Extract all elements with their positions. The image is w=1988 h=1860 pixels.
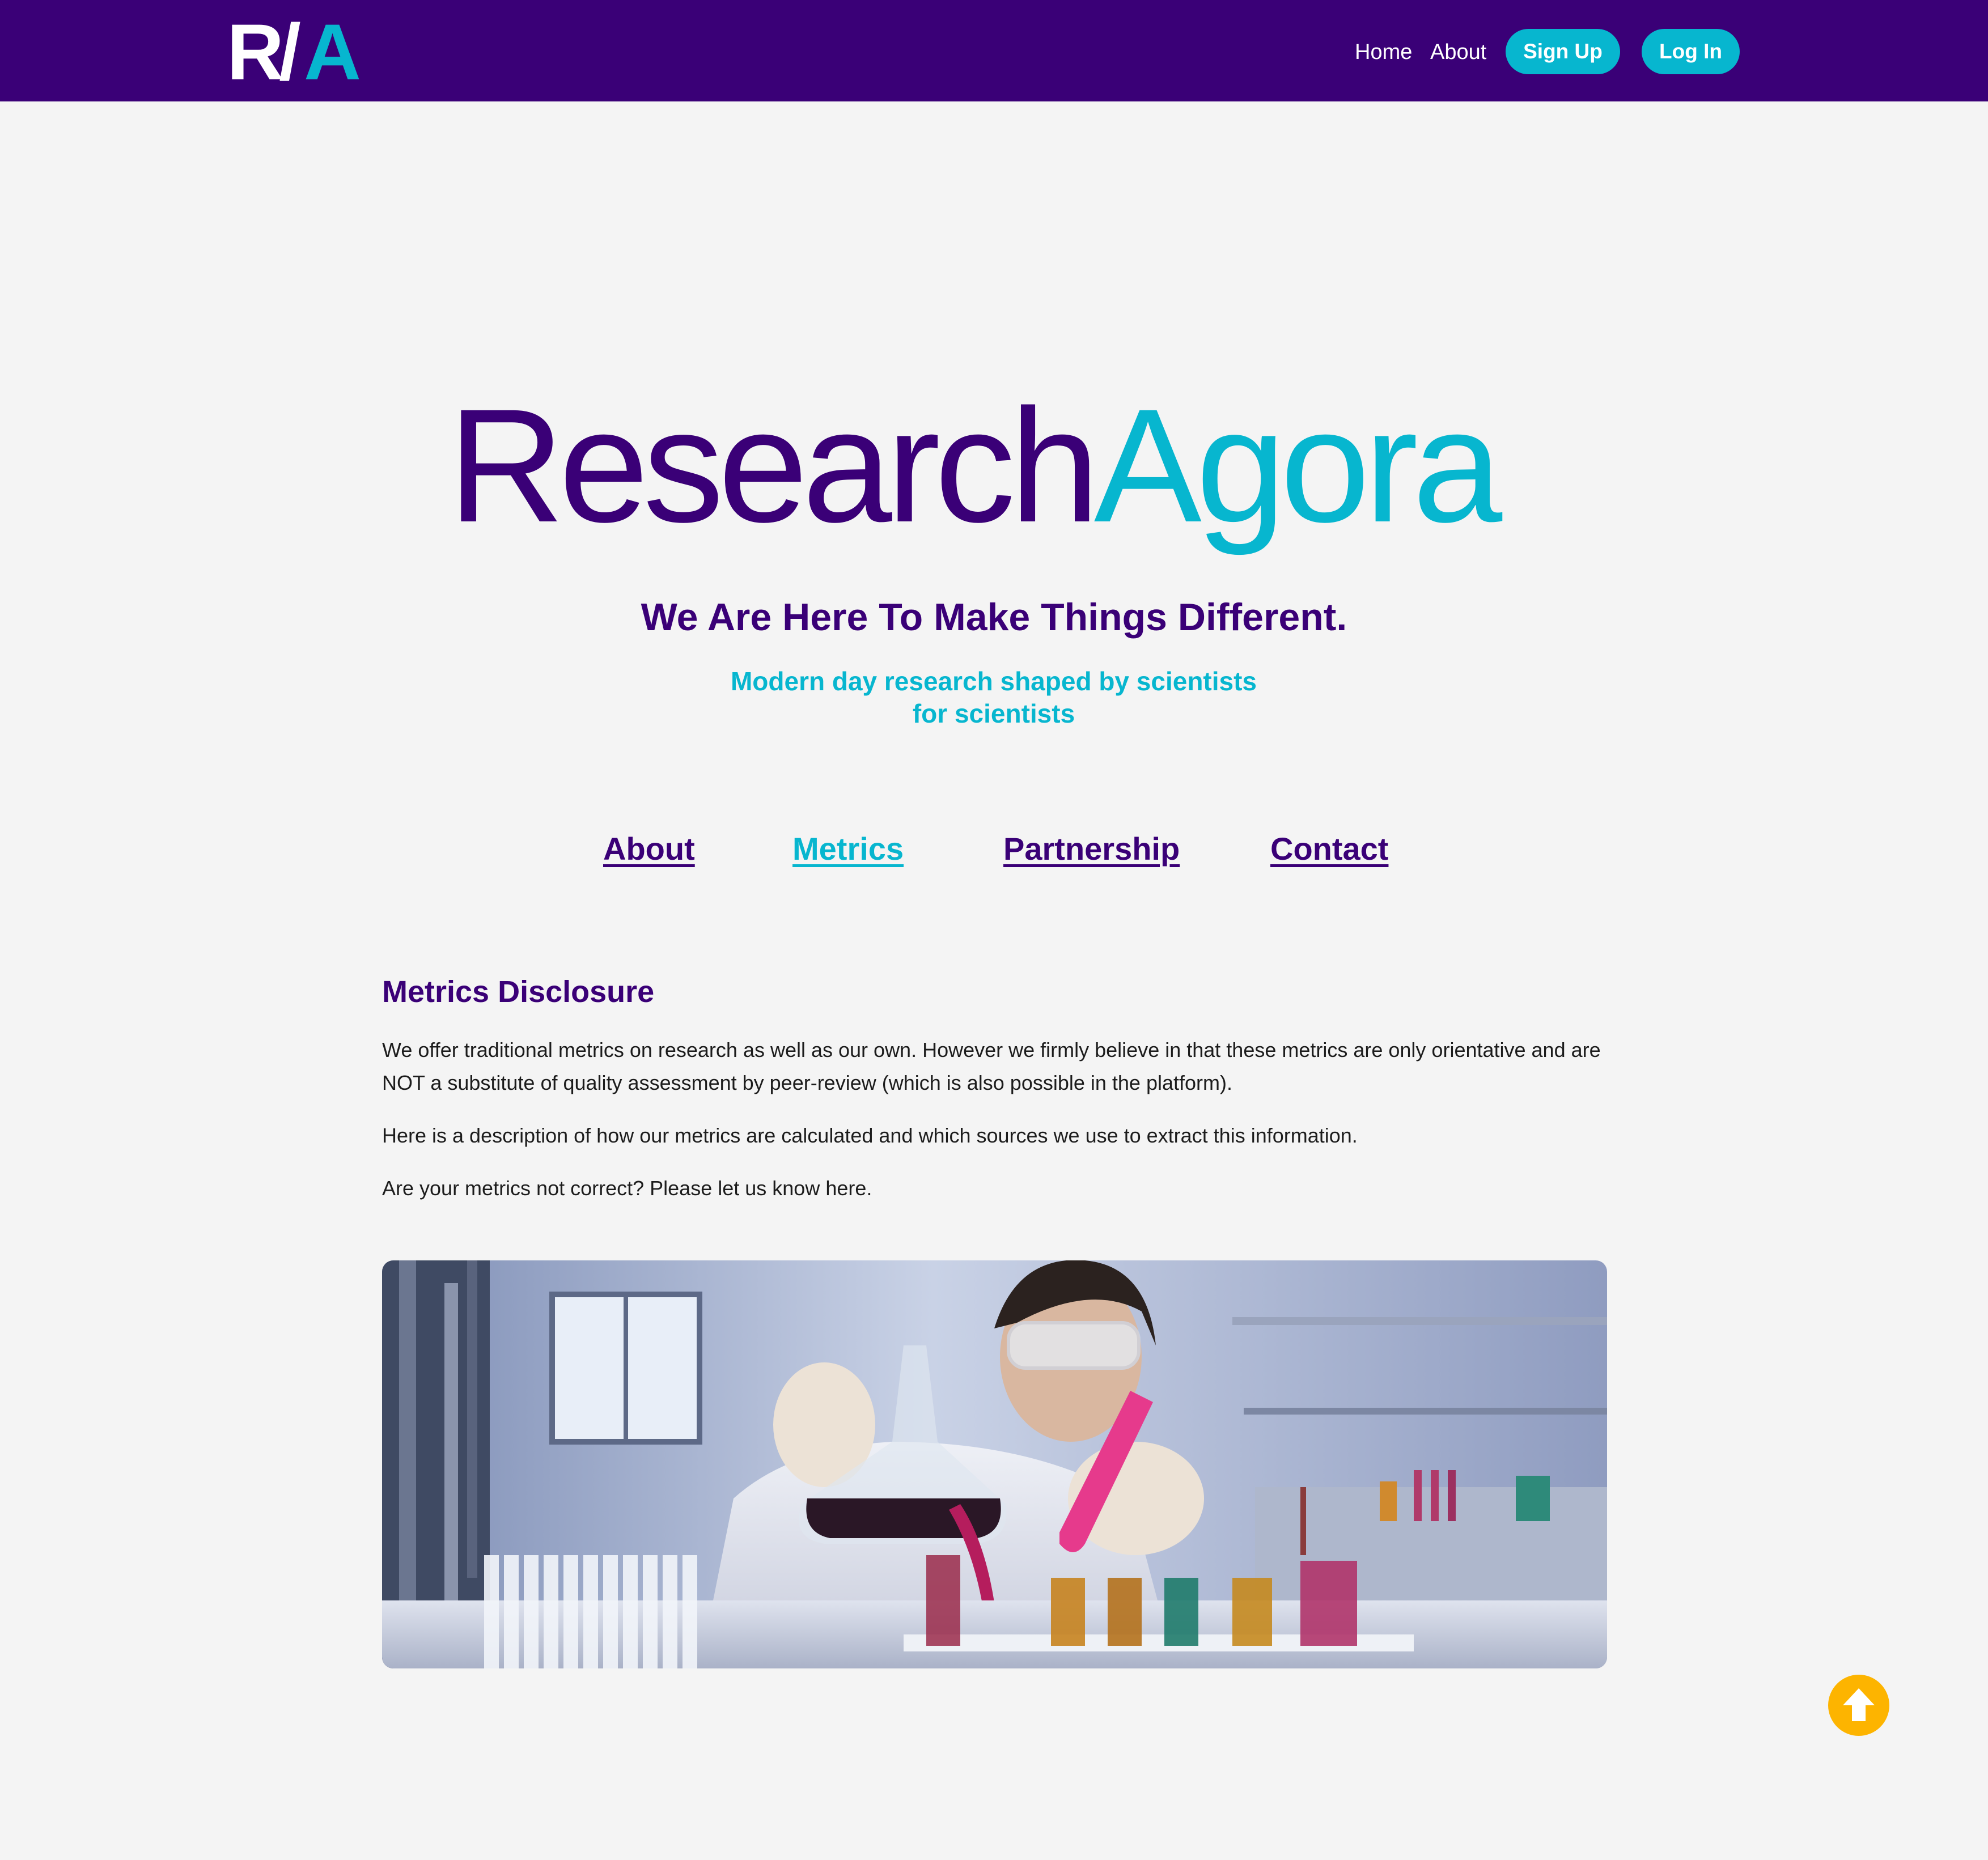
sign-up-button[interactable]: Sign Up — [1506, 29, 1620, 74]
svg-text:/: / — [279, 16, 301, 84]
metrics-paragraph-3: Are your metrics not correct? Please let… — [382, 1177, 872, 1200]
metrics-paragraph-1: We offer traditional metrics on research… — [382, 1038, 1601, 1094]
svg-text:R: R — [227, 16, 283, 84]
wordmark-research: Research — [448, 385, 1094, 556]
log-in-button[interactable]: Log In — [1642, 29, 1740, 74]
section-link-about[interactable]: About — [603, 830, 695, 867]
section-link-partnership[interactable]: Partnership — [1003, 830, 1180, 867]
lab-scientist-image — [382, 1260, 1607, 1668]
arrow-up-circle-icon — [1843, 1688, 1875, 1721]
hero-subtagline: Modern day research shaped by scientists… — [730, 666, 1257, 728]
lab-scene-illustration — [382, 1260, 1607, 1668]
top-navigation-bar: R / A Home About Sign Up Log In — [0, 0, 1988, 101]
ra-logo[interactable]: R / A — [227, 16, 363, 84]
wordmark-agora: Agora — [1094, 385, 1503, 557]
section-link-metrics[interactable]: Metrics — [792, 830, 904, 867]
nav-home-link[interactable]: Home — [1355, 37, 1412, 67]
metrics-paragraph-2: Here is a description of how our metrics… — [382, 1124, 1358, 1147]
svg-text:ResearchAgora: ResearchAgora — [448, 385, 1503, 557]
metrics-disclosure-section: Metrics Disclosure We offer traditional … — [382, 969, 1606, 1225]
scroll-to-top-button[interactable] — [1828, 1675, 1889, 1736]
section-link-contact[interactable]: Contact — [1270, 830, 1388, 867]
research-agora-wordmark: ResearchAgora — [448, 385, 1509, 557]
metrics-disclosure-title: Metrics Disclosure — [382, 975, 655, 1009]
svg-text:A: A — [304, 16, 361, 84]
hero-tagline: We Are Here To Make Things Different. — [641, 596, 1347, 639]
nav-about-link[interactable]: About — [1430, 37, 1486, 67]
